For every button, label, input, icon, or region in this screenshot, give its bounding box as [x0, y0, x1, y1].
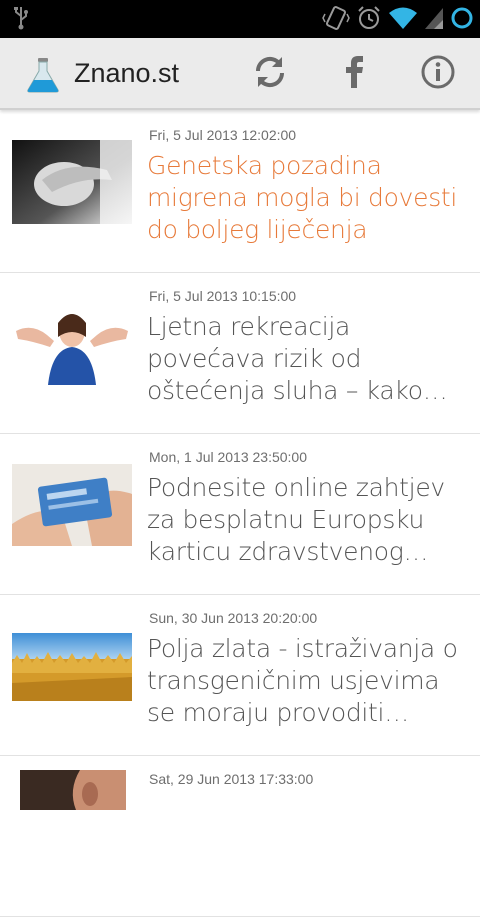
article-date: Fri, 5 Jul 2013 10:15:00 — [149, 288, 297, 304]
alarm-icon — [356, 5, 382, 36]
status-bar — [0, 0, 480, 38]
article-thumbnail — [12, 633, 132, 701]
article-title[interactable]: Ljetna rekreacija povećava rizik od ošte… — [147, 311, 459, 407]
article-date: Fri, 5 Jul 2013 12:02:00 — [149, 127, 297, 143]
article-date: Sun, 30 Jun 2013 20:20:00 — [149, 610, 318, 626]
article-title[interactable]: Polja zlata - istraživanja o transgeničn… — [147, 633, 459, 729]
refresh-icon — [252, 54, 288, 95]
article-thumbnail — [12, 464, 132, 546]
list-item[interactable]: Sun, 30 Jun 2013 20:20:00 Polja zlata - … — [0, 595, 480, 756]
article-thumbnail — [20, 770, 126, 810]
info-icon — [420, 54, 456, 95]
facebook-button[interactable] — [332, 52, 376, 96]
battery-icon — [450, 6, 474, 35]
signal-icon — [424, 6, 444, 35]
flask-logo-icon[interactable] — [24, 56, 62, 99]
list-item[interactable]: Fri, 5 Jul 2013 10:15:00 Ljetna rekreaci… — [0, 273, 480, 434]
list-item[interactable]: Mon, 1 Jul 2013 23:50:00 Podnesite onlin… — [0, 434, 480, 595]
facebook-icon — [342, 54, 366, 95]
list-item[interactable]: Sat, 29 Jun 2013 17:33:00 — [0, 756, 480, 917]
article-title[interactable]: Genetska pozadina migrena mogla bi doves… — [147, 150, 459, 246]
article-thumbnail — [12, 301, 132, 385]
article-list: Fri, 5 Jul 2013 12:02:00 Genetska pozadi… — [0, 112, 480, 917]
app-title: Znano.st — [74, 58, 180, 88]
wifi-icon — [388, 6, 418, 35]
article-date: Mon, 1 Jul 2013 23:50:00 — [149, 449, 308, 465]
list-item[interactable]: Fri, 5 Jul 2013 12:02:00 Genetska pozadi… — [0, 112, 480, 273]
action-bar: Znano.st — [0, 38, 480, 110]
info-button[interactable] — [416, 52, 460, 96]
usb-icon — [14, 6, 28, 35]
article-title[interactable]: Podnesite online zahtjev za besplatnu Eu… — [147, 472, 459, 568]
article-date: Sat, 29 Jun 2013 17:33:00 — [149, 771, 314, 787]
article-thumbnail — [12, 140, 132, 224]
refresh-button[interactable] — [248, 52, 292, 96]
vibrate-icon — [322, 5, 350, 36]
